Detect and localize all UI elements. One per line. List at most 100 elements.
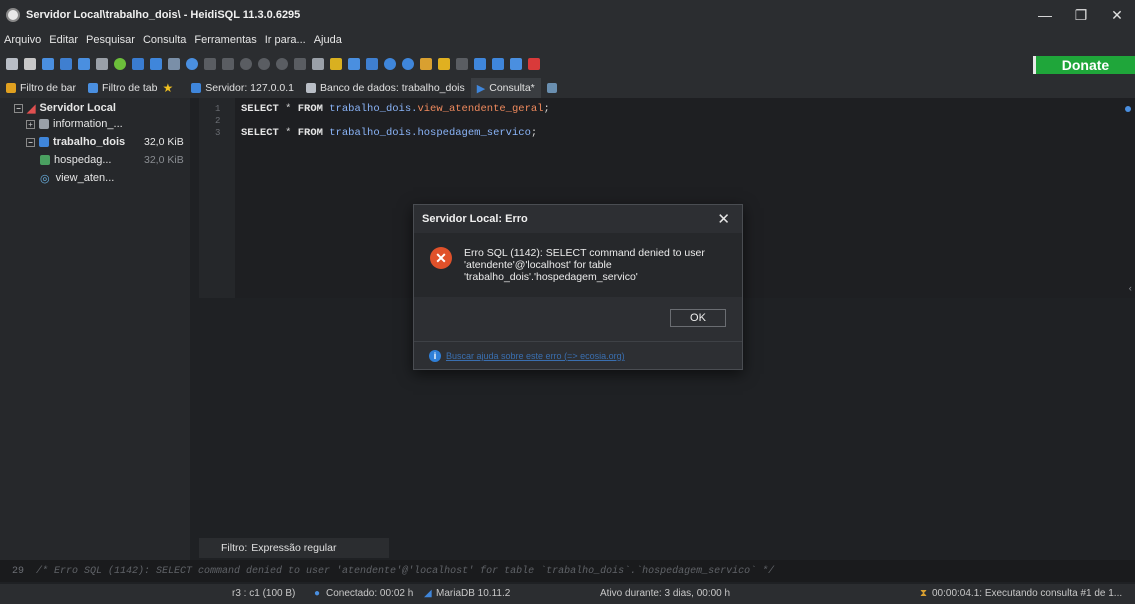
hourglass-icon: ⧗ bbox=[920, 588, 928, 599]
database-icon bbox=[305, 83, 316, 93]
tree-node-information-schema[interactable]: + information_... bbox=[26, 116, 123, 132]
save-sql-icon[interactable] bbox=[348, 58, 360, 70]
mariadb-icon: ◢ bbox=[424, 588, 432, 599]
error-dialog: Servidor Local: Erro ✕ ✕ Erro SQL (1142)… bbox=[413, 204, 743, 370]
copy-icon[interactable] bbox=[42, 58, 54, 70]
database-icon bbox=[39, 119, 49, 129]
tab-database[interactable]: Banco de dados: trabalho_dois bbox=[300, 78, 471, 98]
error-message: Erro SQL (1142): SELECT command denied t… bbox=[464, 247, 705, 283]
server-icon bbox=[191, 83, 202, 93]
filter-label: Filtro: bbox=[221, 542, 248, 554]
help-link[interactable]: Buscar ajuda sobre este erro (=> ecosia.… bbox=[446, 351, 625, 361]
toolbar bbox=[0, 50, 1135, 78]
database-size: 32,0 KiB bbox=[144, 136, 184, 148]
add-record-icon[interactable] bbox=[240, 58, 252, 70]
expand-icon[interactable]: + bbox=[26, 119, 35, 129]
cancel-record-icon[interactable] bbox=[294, 58, 306, 70]
print-icon[interactable] bbox=[96, 58, 108, 70]
maximize-button[interactable]: ❐ bbox=[1063, 0, 1099, 30]
format-sql-icon[interactable] bbox=[420, 58, 432, 70]
undo-icon[interactable] bbox=[78, 58, 90, 70]
filter-icon bbox=[6, 83, 16, 93]
menu-ir-para[interactable]: Ir para... bbox=[265, 34, 306, 46]
filter-tab-icon bbox=[88, 83, 99, 93]
donate-button[interactable]: Donate bbox=[1033, 56, 1135, 74]
word-wrap-icon[interactable] bbox=[474, 58, 486, 70]
heidisql-app-icon bbox=[6, 8, 20, 22]
tree-node-hospedagem[interactable]: hospedag... bbox=[40, 152, 112, 168]
menu-bar: Arquivo Editar Pesquisar Consulta Ferram… bbox=[0, 30, 1135, 50]
tree-node-server[interactable]: − ◢ Servidor Local bbox=[14, 100, 116, 116]
tab-bar: Filtro de bar Filtro de tab ★ Servidor: … bbox=[0, 78, 1135, 98]
paste-icon[interactable] bbox=[60, 58, 72, 70]
code-line-1: SELECT * FROM trabalho_dois.view_atenden… bbox=[241, 103, 550, 115]
dialog-body: ✕ Erro SQL (1142): SELECT command denied… bbox=[414, 233, 742, 297]
filter-input[interactable]: Expressão regular bbox=[251, 542, 336, 554]
table-size: 32,0 KiB bbox=[144, 154, 184, 166]
ok-button[interactable]: OK bbox=[670, 309, 726, 327]
database-icon bbox=[39, 137, 49, 147]
status-uptime: Ativo durante: 3 dias, 00:00 h bbox=[600, 588, 731, 599]
connected-icon: ● bbox=[314, 588, 321, 599]
collapse-icon[interactable]: − bbox=[14, 103, 23, 113]
status-connected: Conectado: 00:02 h bbox=[326, 588, 414, 599]
collapse-icon[interactable]: − bbox=[26, 137, 35, 147]
save-snippet-icon[interactable] bbox=[366, 58, 378, 70]
disconnect-icon[interactable] bbox=[24, 58, 36, 70]
view-icon: ◎ bbox=[40, 172, 50, 185]
log-line-text: /* Erro SQL (1142): SELECT command denie… bbox=[36, 565, 775, 577]
menu-ferramentas[interactable]: Ferramentas bbox=[194, 34, 256, 46]
play-icon: ▶ bbox=[476, 82, 486, 95]
server-connection-icon: ◢ bbox=[27, 102, 36, 115]
close-window-button[interactable]: ✕ bbox=[1099, 0, 1135, 30]
error-icon: ✕ bbox=[430, 247, 452, 269]
status-query-progress: 00:00:04.1: Executando consulta #1 de 1.… bbox=[932, 588, 1123, 599]
code-line-3: SELECT * FROM trabalho_dois.hospedagem_s… bbox=[241, 127, 538, 139]
last-record-icon[interactable] bbox=[222, 58, 234, 70]
tree-node-trabalho-dois[interactable]: − trabalho_dois bbox=[26, 134, 125, 150]
export-icon[interactable] bbox=[150, 58, 162, 70]
replace-icon[interactable] bbox=[402, 58, 414, 70]
help-icon[interactable] bbox=[186, 58, 198, 70]
log-icon[interactable] bbox=[492, 58, 504, 70]
title-bar: Servidor Local\trabalho_dois\ - HeidiSQL… bbox=[0, 0, 1135, 30]
warning-icon[interactable] bbox=[438, 58, 450, 70]
status-server-version: MariaDB 10.11.2 bbox=[436, 588, 511, 599]
post-record-icon[interactable] bbox=[276, 58, 288, 70]
tab-filter-tab[interactable]: Filtro de tab ★ bbox=[82, 78, 179, 98]
dialog-close-button[interactable]: ✕ bbox=[717, 210, 730, 228]
star-icon[interactable]: ★ bbox=[162, 81, 173, 95]
refresh-icon[interactable] bbox=[114, 58, 126, 70]
menu-pesquisar[interactable]: Pesquisar bbox=[86, 34, 135, 46]
status-cursor-position: r3 : c1 (100 B) bbox=[232, 588, 296, 599]
info-icon: i bbox=[429, 350, 441, 362]
run-query-icon[interactable] bbox=[312, 58, 324, 70]
minimize-button[interactable]: — bbox=[1027, 0, 1063, 30]
dialog-footer: i Buscar ajuda sobre este erro (=> ecosi… bbox=[414, 341, 742, 369]
tab-query[interactable]: ▶ Consulta* bbox=[470, 78, 541, 98]
menu-consulta[interactable]: Consulta bbox=[143, 34, 186, 46]
open-sql-icon[interactable] bbox=[330, 58, 342, 70]
menu-editar[interactable]: Editar bbox=[49, 34, 78, 46]
table-icon bbox=[40, 155, 50, 165]
menu-ajuda[interactable]: Ajuda bbox=[314, 34, 342, 46]
scroll-left-icon[interactable]: ‹ bbox=[1128, 284, 1133, 294]
new-query-tab-button[interactable] bbox=[541, 78, 567, 98]
user-manager-icon[interactable] bbox=[132, 58, 144, 70]
filter-bar: Filtro: Expressão regular bbox=[199, 538, 389, 558]
line-gutter: 1 2 3 bbox=[199, 98, 235, 298]
tab-server[interactable]: Servidor: 127.0.0.1 bbox=[185, 78, 300, 98]
dialog-title: Servidor Local: Erro bbox=[422, 213, 528, 225]
tab-filter-bar[interactable]: Filtro de bar bbox=[0, 78, 82, 98]
database-tree: − ◢ Servidor Local + information_... − t… bbox=[0, 98, 190, 560]
tree-node-view-atendente[interactable]: ◎ view_aten... bbox=[40, 170, 114, 186]
delete-record-icon[interactable] bbox=[258, 58, 270, 70]
first-record-icon[interactable] bbox=[204, 58, 216, 70]
stop-icon[interactable] bbox=[528, 58, 540, 70]
menu-arquivo[interactable]: Arquivo bbox=[4, 34, 41, 46]
explain-icon[interactable] bbox=[456, 58, 468, 70]
import-icon[interactable] bbox=[168, 58, 180, 70]
connect-icon[interactable] bbox=[6, 58, 18, 70]
transaction-icon[interactable] bbox=[510, 58, 522, 70]
find-icon[interactable] bbox=[384, 58, 396, 70]
